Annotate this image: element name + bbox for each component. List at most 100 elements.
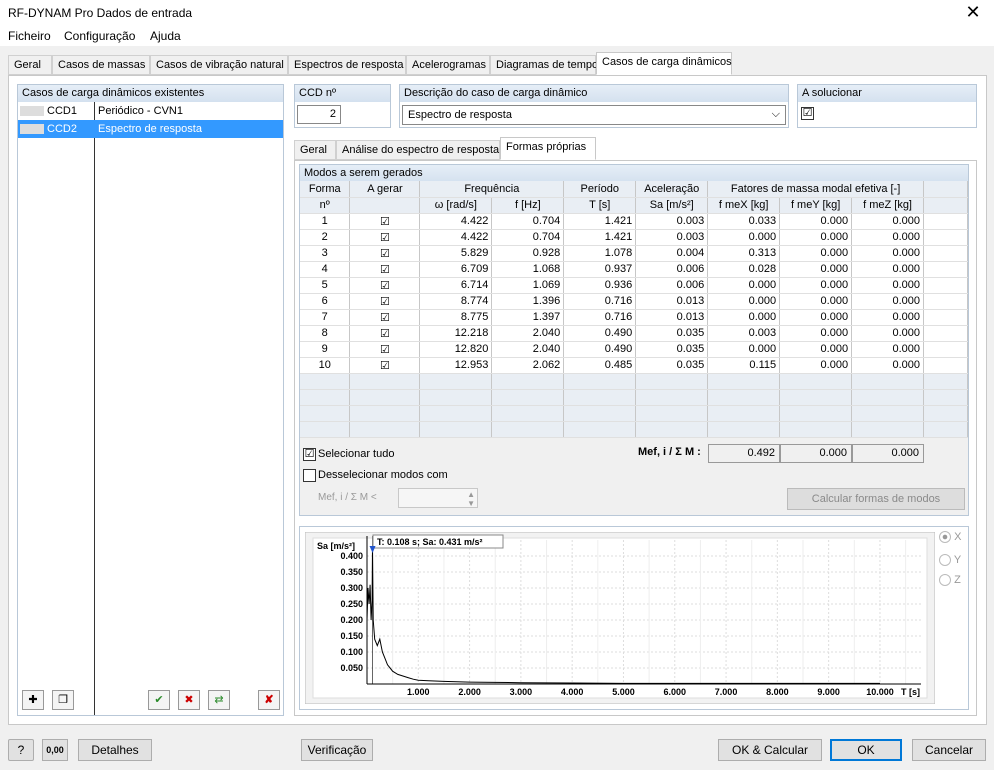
mef-label: Mef, i / Σ M :	[638, 446, 701, 458]
table-cell	[923, 245, 968, 262]
menu-configuracao[interactable]: Configuração	[64, 29, 135, 43]
table-cell: 8.775	[419, 309, 493, 326]
solve-checkbox[interactable]: ☑	[801, 107, 814, 120]
table-cell: 9	[300, 341, 351, 358]
generate-checkbox[interactable]: ☑	[349, 261, 421, 278]
table-row-empty	[300, 373, 968, 390]
table-row[interactable]: 7 ☑ 8.775 1.397 0.716 0.013 0.000 0.000 0.000	[300, 309, 968, 326]
table-cell: 0.000	[779, 341, 853, 358]
menu-ficheiro[interactable]: Ficheiro	[8, 29, 51, 43]
table-cell: 12.953	[419, 357, 493, 374]
generate-checkbox[interactable]: ☑	[349, 357, 421, 374]
case-color-swatch	[20, 106, 44, 116]
table-row[interactable]: 1 ☑ 4.422 0.704 1.421 0.003 0.033 0.000 0.000	[300, 213, 968, 230]
help-icon[interactable]: ?	[8, 739, 34, 761]
tab-casos-massas[interactable]: Casos de massas	[52, 55, 150, 75]
ok-button[interactable]: OK	[830, 739, 902, 761]
table-cell: 0.006	[635, 277, 709, 294]
subtab-geral[interactable]: Geral	[294, 140, 336, 160]
verificacao-button[interactable]: Verificação	[301, 739, 373, 761]
generate-checkbox[interactable]: ☑	[349, 293, 421, 310]
select-all-label: Selecionar tudo	[318, 448, 395, 460]
table-row[interactable]: 2 ☑ 4.422 0.704 1.421 0.003 0.000 0.000 0.000	[300, 229, 968, 246]
close-icon[interactable]: ✕	[962, 2, 984, 23]
table-cell: 0.704	[491, 229, 565, 246]
solve-group: A solucionar ☑	[797, 84, 977, 128]
check-all-icon[interactable]: ✔	[148, 690, 170, 710]
table-row[interactable]: 10 ☑ 12.953 2.062 0.485 0.035 0.115 0.000 0.000	[300, 357, 968, 374]
generate-checkbox[interactable]: ☑	[349, 309, 421, 326]
x-tick-label: 4.000	[561, 687, 584, 697]
table-cell: 0.704	[491, 213, 565, 230]
description-select[interactable]: Espectro de resposta ⌵	[402, 105, 786, 125]
list-item-selected[interactable]: CCD2 Espectro de resposta	[18, 120, 283, 138]
tab-diagramas-tempo[interactable]: Diagramas de tempo	[490, 55, 598, 75]
case-code: CCD1	[47, 105, 77, 117]
generate-checkbox[interactable]: ☑	[349, 277, 421, 294]
detalhes-button[interactable]: Detalhes	[78, 739, 152, 761]
table-cell: 0.013	[635, 293, 709, 310]
x-tick-label: 8.000	[766, 687, 789, 697]
radio-x[interactable]: X	[939, 531, 961, 544]
tab-acelerogramas[interactable]: Acelerogramas	[406, 55, 490, 75]
tab-geral[interactable]: Geral	[8, 55, 52, 75]
table-cell: 0.000	[851, 325, 925, 342]
mef-threshold-spinner[interactable]: ▲ ▼	[398, 488, 478, 508]
x-tick-label: 7.000	[715, 687, 738, 697]
cancelar-button[interactable]: Cancelar	[912, 739, 986, 761]
table-cell: 0.003	[635, 213, 709, 230]
units-button[interactable]: 0,00	[42, 739, 68, 761]
table-cell: 0.000	[779, 309, 853, 326]
copy-case-icon[interactable]: ❐	[52, 690, 74, 710]
table-row[interactable]: 8 ☑ 12.218 2.040 0.490 0.035 0.003 0.000 0.000	[300, 325, 968, 342]
table-cell: 12.218	[419, 325, 493, 342]
uncheck-all-icon[interactable]: ✖	[178, 690, 200, 710]
table-row[interactable]: 4 ☑ 6.709 1.068 0.937 0.006 0.028 0.000 0.000	[300, 261, 968, 278]
toggle-check-icon[interactable]: ⇄	[208, 690, 230, 710]
table-row[interactable]: 9 ☑ 12.820 2.040 0.490 0.035 0.000 0.000 0.000	[300, 341, 968, 358]
table-cell: 1.421	[563, 229, 637, 246]
list-item[interactable]: CCD1 Periódico - CVN1	[18, 103, 283, 120]
deselect-checkbox[interactable]	[303, 469, 316, 482]
generate-checkbox[interactable]: ☑	[349, 325, 421, 342]
menu-ajuda[interactable]: Ajuda	[150, 29, 181, 43]
table-cell: 0.000	[779, 293, 853, 310]
generate-checkbox[interactable]: ☑	[349, 245, 421, 262]
table-cell: 0.000	[779, 277, 853, 294]
new-case-icon[interactable]: ✚	[22, 690, 44, 710]
ccd-number-field[interactable]: 2	[297, 105, 341, 124]
ok-calcular-button[interactable]: OK & Calcular	[718, 739, 822, 761]
table-cell: 0.937	[563, 261, 637, 278]
generate-checkbox[interactable]: ☑	[349, 229, 421, 246]
subtab-formas-proprias[interactable]: Formas próprias	[500, 137, 596, 160]
col-empty	[923, 181, 968, 198]
table-row[interactable]: 5 ☑ 6.714 1.069 0.936 0.006 0.000 0.000 0.000	[300, 277, 968, 294]
table-cell: 0.035	[635, 325, 709, 342]
table-cell: 0.000	[851, 261, 925, 278]
table-cell	[923, 213, 968, 230]
generate-checkbox[interactable]: ☑	[349, 341, 421, 358]
tab-vibracao-natural[interactable]: Casos de vibração natural	[150, 55, 288, 75]
title-bar: RF-DYNAM Pro Dados de entrada ✕	[0, 0, 994, 26]
tab-espectros[interactable]: Espectros de resposta	[288, 55, 406, 75]
table-cell: 4.422	[419, 213, 493, 230]
col-fatores: Fatores de massa modal efetiva [-]	[707, 181, 925, 198]
table-cell: 5	[300, 277, 351, 294]
table-row-empty	[300, 405, 968, 422]
table-row[interactable]: 6 ☑ 8.774 1.396 0.716 0.013 0.000 0.000 0.000	[300, 293, 968, 310]
table-row[interactable]: 3 ☑ 5.829 0.928 1.078 0.004 0.313 0.000 0.000	[300, 245, 968, 262]
deselect-label: Desselecionar modos com	[318, 469, 448, 481]
radio-y[interactable]: Y	[939, 554, 961, 567]
y-tick-label: 0.100	[340, 647, 363, 657]
tab-casos-carga-dinamicos[interactable]: Casos de carga dinâmicos	[596, 52, 732, 75]
generate-checkbox[interactable]: ☑	[349, 213, 421, 230]
select-all-checkbox[interactable]: ☑	[303, 448, 316, 461]
table-cell	[923, 261, 968, 278]
table-cell: 0.000	[707, 293, 781, 310]
calc-modes-button[interactable]: Calcular formas de modos	[787, 488, 965, 510]
delete-case-icon[interactable]: ✘	[258, 690, 280, 710]
subtab-analise-espectro[interactable]: Análise do espectro de resposta	[336, 140, 500, 160]
col-nr: nº	[300, 197, 351, 214]
radio-z[interactable]: Z	[939, 574, 961, 587]
table-cell: 8	[300, 325, 351, 342]
